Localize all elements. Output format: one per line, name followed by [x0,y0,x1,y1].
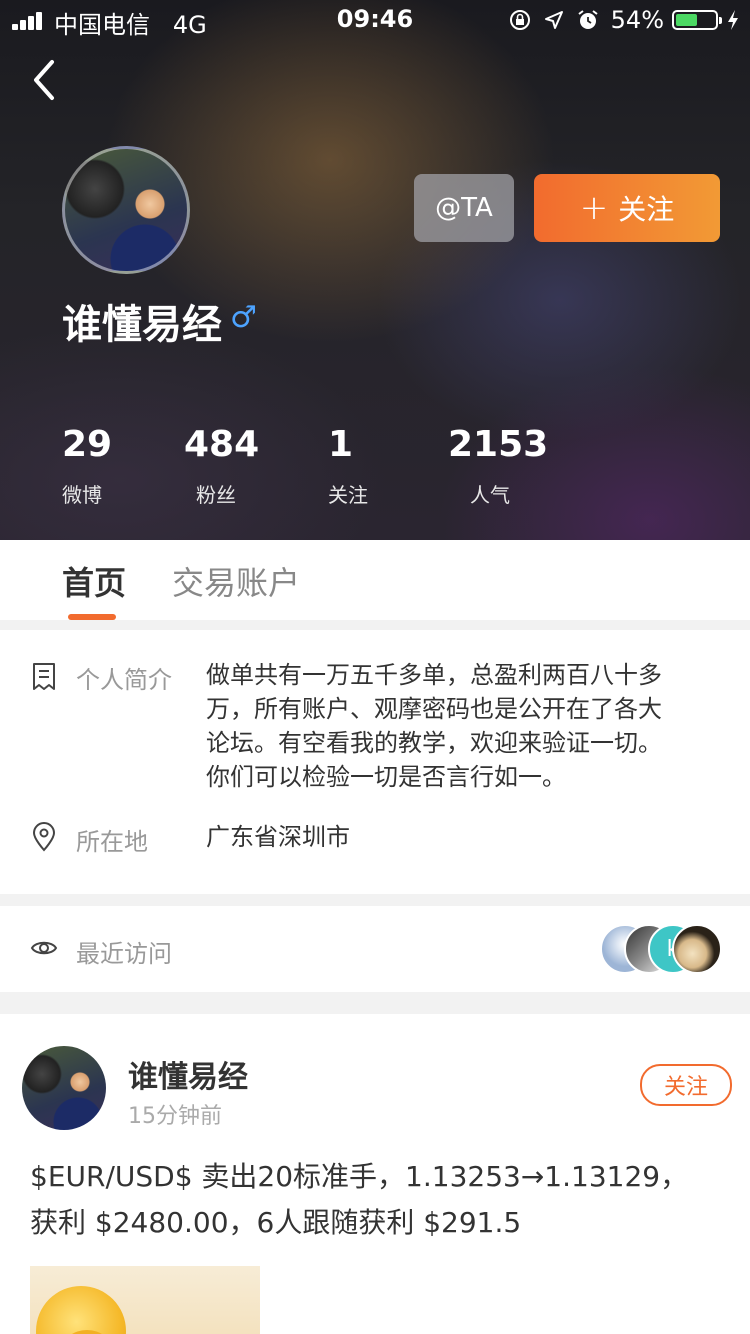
follow-button[interactable]: + 关注 [534,174,720,242]
location-icon [544,11,563,29]
stat-value: 2153 [448,424,549,465]
status-bar: 中国电信 4G 09:46 54% [0,0,750,40]
bio-document-icon [33,663,55,690]
bio-line: 做单共有一万五千多单，总盈利两百八十多 [206,661,662,689]
male-gender-icon: ♂ [230,300,257,335]
eye-icon [30,941,58,955]
battery-percent: 54% [610,6,664,34]
stat-label: 关注 [328,483,368,507]
stat-label: 微博 [62,483,102,507]
plus-icon: + [579,188,609,228]
follow-button-label: 关注 [618,193,675,226]
stat-popularity[interactable]: 2153 人气 [448,424,548,508]
battery-icon [672,10,722,30]
post-text[interactable]: $EUR/USD$ 卖出20标准手，1.13253→1.13129， 获利 $2… [30,1154,730,1246]
visitor-avatar [672,924,722,974]
lock-rotation-icon [509,10,530,30]
stat-label: 人气 [470,483,510,507]
post-follow-button[interactable]: 关注 [640,1064,732,1106]
charging-icon [728,10,738,30]
feed-post: 谁懂易经 15分钟前 关注 $EUR/USD$ 卖出20标准手，1.13253→… [0,1014,750,1334]
bio-line: 论坛。有空看我的教学，欢迎来验证一切。 [206,729,662,757]
back-chevron-icon[interactable] [30,58,60,102]
active-tab-indicator [68,614,116,620]
profile-avatar[interactable] [62,146,190,274]
stat-fans[interactable]: 484 粉丝 [184,424,259,508]
stat-following[interactable]: 1 关注 [328,424,368,508]
post-text-line: $EUR/USD$ 卖出20标准手，1.13253→1.13129， [30,1160,689,1193]
stat-value: 484 [184,424,260,465]
post-author-avatar[interactable] [22,1046,106,1130]
profile-tabs: 首页 交易账户 [0,540,750,620]
tab-trading-account[interactable]: 交易账户 [172,558,300,604]
profile-info-card: 个人简介 做单共有一万五千多单，总盈利两百八十多 万，所有账户、观摩密码也是公开… [0,630,750,894]
alarm-icon [578,10,598,29]
profile-header: 中国电信 4G 09:46 54% @TA + 关注 谁懂易经 ♂ 29 微博 … [0,0,750,540]
recent-visits-label: 最近访问 [76,940,172,968]
gold-coin-image [36,1286,126,1334]
post-image[interactable] [30,1266,260,1334]
stat-value: 29 [62,424,113,465]
post-timestamp: 15分钟前 [128,1104,222,1129]
bio-label: 个人简介 [76,666,172,694]
location-label: 所在地 [76,828,148,856]
location-value: 广东省深圳市 [206,823,350,851]
post-author-name[interactable]: 谁懂易经 [128,1052,248,1096]
post-text-line: 获利 $2480.00，6人跟随获利 $291.5 [30,1206,522,1239]
recent-visitor-avatars[interactable]: k [600,924,722,974]
stat-weibo[interactable]: 29 微博 [62,424,112,508]
bio-line: 你们可以检验一切是否言行如一。 [206,763,566,791]
at-mention-button[interactable]: @TA [414,174,514,242]
location-pin-icon [32,822,56,852]
stat-value: 1 [328,424,354,465]
bio-line: 万，所有账户、观摩密码也是公开在了各大 [206,695,662,723]
profile-name: 谁懂易经 [62,302,222,348]
stat-label: 粉丝 [196,483,236,507]
bio-text: 做单共有一万五千多单，总盈利两百八十多 万，所有账户、观摩密码也是公开在了各大 … [206,658,676,794]
tab-home[interactable]: 首页 [62,558,126,604]
